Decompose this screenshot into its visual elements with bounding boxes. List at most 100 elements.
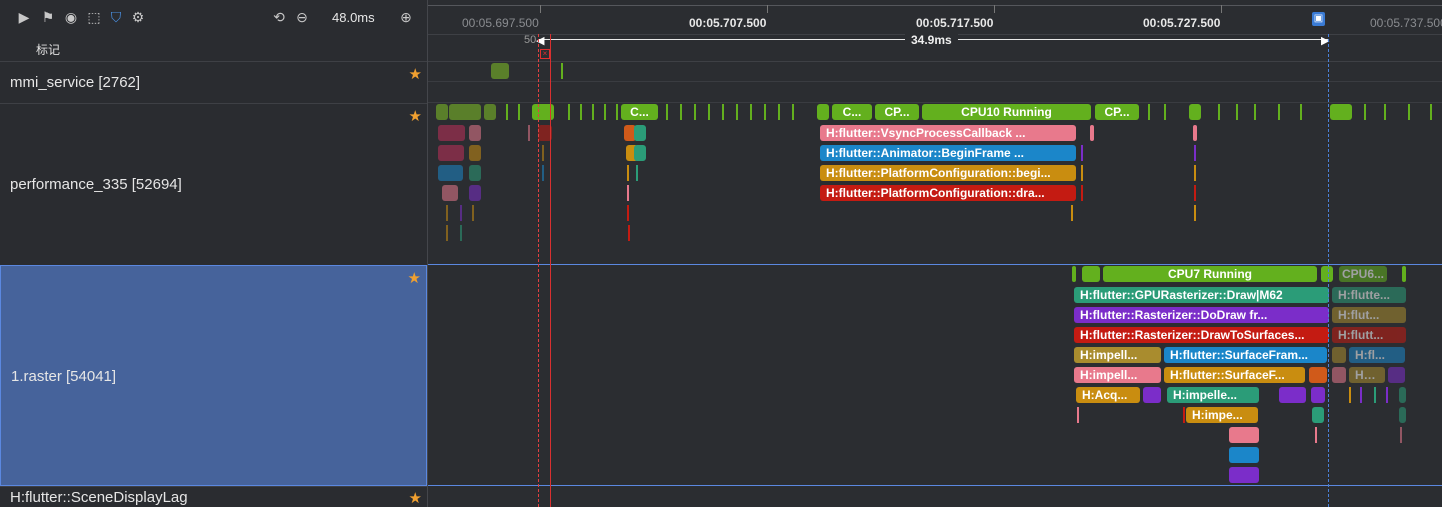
thread-state-slice[interactable]	[1321, 266, 1333, 282]
time-cursor-line[interactable]	[550, 34, 551, 507]
function-slice[interactable]: H:flutte...	[1332, 287, 1406, 303]
function-slice[interactable]: H:fl...	[1349, 367, 1385, 383]
track-name: H:flutter::SceneDisplayLag	[10, 489, 188, 506]
function-slice[interactable]	[469, 185, 481, 201]
function-slice[interactable]	[1332, 367, 1346, 383]
function-slice[interactable]	[1143, 387, 1161, 403]
zoom-in-icon[interactable]: ⊕	[398, 9, 414, 25]
thread-state-slice[interactable]	[449, 104, 481, 120]
function-slice[interactable]: H:impell...	[1074, 367, 1161, 383]
function-slice[interactable]	[1229, 427, 1259, 443]
thread-state-slice[interactable]	[436, 104, 448, 120]
range-duration: 34.9ms	[905, 33, 958, 47]
function-slice[interactable]: H:fl...	[1349, 347, 1405, 363]
flag-icon[interactable]: ⚑	[40, 9, 56, 25]
thread-state-slice[interactable]	[561, 63, 563, 79]
star-icon[interactable]: ★	[409, 107, 422, 125]
function-slice[interactable]: H:flutter::SurfaceF...	[1164, 367, 1305, 383]
tick-label: 00:05.707.500	[689, 16, 767, 30]
function-slice[interactable]: H:impell...	[1074, 347, 1161, 363]
function-slice[interactable]	[469, 165, 481, 181]
cpu-running-slice[interactable]: CPU7 Running	[1103, 266, 1317, 282]
track-name: performance_335 [52694]	[10, 176, 182, 193]
thread-state-slice[interactable]: C...	[621, 104, 658, 120]
cpu-running-slice[interactable]: CPU10 Running	[922, 104, 1091, 120]
range-start-marker[interactable]	[538, 34, 540, 507]
function-slice[interactable]	[634, 145, 646, 161]
thread-state-slice[interactable]: CP...	[1095, 104, 1139, 120]
tick-label: 00:05.727.500	[1143, 16, 1221, 30]
range-end-marker[interactable]	[1328, 34, 1330, 507]
function-slice[interactable]: H:flutter::VsyncProcessCallback ...	[820, 125, 1076, 141]
thread-state-slice[interactable]	[491, 63, 509, 79]
function-slice[interactable]: H:Acq...	[1076, 387, 1140, 403]
thread-state-slice[interactable]	[1072, 266, 1076, 282]
function-slice[interactable]: H:flutt...	[1332, 327, 1406, 343]
function-slice[interactable]	[469, 125, 481, 141]
zoom-out-icon[interactable]: ⊖	[294, 9, 310, 25]
function-slice[interactable]: H:flutter::Rasterizer::DrawToSurfaces...	[1074, 327, 1329, 343]
function-slice[interactable]	[1399, 407, 1406, 423]
tick-label: 00:05.717.500	[916, 16, 994, 30]
tick-label: 00:05.697.500	[462, 16, 539, 30]
function-slice[interactable]: H:flutter::PlatformConfiguration::dra...	[820, 185, 1076, 201]
function-slice[interactable]: H:flut...	[1332, 307, 1406, 323]
reset-zoom-icon[interactable]: ⟲	[271, 9, 287, 25]
thread-state-slice[interactable]	[1330, 104, 1352, 120]
function-slice[interactable]	[438, 125, 465, 141]
zoom-level: 48.0ms	[332, 10, 375, 25]
function-slice[interactable]	[1279, 387, 1306, 403]
range-start-label: 50	[524, 34, 537, 46]
function-slice[interactable]	[469, 145, 481, 161]
star-icon[interactable]: ★	[408, 269, 421, 287]
thread-state-slice[interactable]	[817, 104, 829, 120]
thread-state-slice[interactable]	[1082, 266, 1100, 282]
track-row-performance[interactable]: performance_335 [52694] ★	[0, 103, 427, 265]
function-slice[interactable]	[1193, 125, 1197, 141]
function-slice[interactable]	[1229, 447, 1259, 463]
thread-state-slice[interactable]: CP...	[875, 104, 919, 120]
function-slice[interactable]	[1229, 467, 1259, 483]
play-icon[interactable]: ▶	[16, 9, 32, 25]
function-slice[interactable]	[1312, 407, 1324, 423]
function-slice[interactable]	[1309, 367, 1327, 383]
bookmark-flag-icon[interactable]: ▣	[1312, 12, 1325, 26]
track-row-raster[interactable]: 1.raster [54041] ★	[0, 265, 427, 486]
range-bar[interactable]: 50 ◀ ▶ 34.9ms ×	[428, 33, 1442, 62]
function-slice[interactable]: H:flutter::Animator::BeginFrame ...	[820, 145, 1076, 161]
function-slice[interactable]: H:flutter::SurfaceFram...	[1164, 347, 1327, 363]
marks-label: 标记	[36, 43, 61, 57]
function-slice[interactable]	[634, 125, 646, 141]
function-slice[interactable]	[1311, 387, 1325, 403]
function-slice[interactable]	[1332, 347, 1346, 363]
function-slice[interactable]: H:flutter::PlatformConfiguration::begi..…	[820, 165, 1076, 181]
function-slice[interactable]	[442, 185, 458, 201]
function-slice[interactable]: H:impe...	[1186, 407, 1258, 423]
track-name: 1.raster [54041]	[11, 368, 117, 385]
track-row-scene-display-lag[interactable]: H:flutter::SceneDisplayLag ★	[0, 486, 427, 507]
thread-state-slice[interactable]	[1402, 266, 1406, 282]
thread-state-slice[interactable]: CPU6...	[1339, 266, 1387, 282]
target-icon[interactable]: ◉	[63, 9, 79, 25]
function-slice[interactable]	[438, 165, 463, 181]
function-slice[interactable]	[1090, 125, 1094, 141]
star-icon[interactable]: ★	[409, 489, 422, 507]
function-slice[interactable]: H:flutter::Rasterizer::DoDraw fr...	[1074, 307, 1329, 323]
selection-icon[interactable]: ⬚	[86, 9, 102, 25]
settings-icon[interactable]: ⚙	[130, 9, 146, 25]
filter-icon[interactable]: ⛉	[108, 9, 124, 25]
star-icon[interactable]: ★	[409, 65, 422, 83]
function-slice[interactable]	[438, 145, 464, 161]
marker-handle-icon[interactable]: ×	[540, 49, 550, 59]
function-slice[interactable]: H:impelle...	[1167, 387, 1259, 403]
function-slice[interactable]	[1388, 367, 1405, 383]
function-slice[interactable]: H:flutter::GPURasterizer::Draw|M62	[1074, 287, 1329, 303]
time-ruler[interactable]: 00:05.697.500 00:05.707.500 00:05.717.50…	[428, 0, 1442, 35]
track-row-mmi-service[interactable]: mmi_service [2762] ★	[0, 61, 427, 103]
thread-state-slice[interactable]	[1189, 104, 1201, 120]
function-slice[interactable]	[1399, 387, 1406, 403]
toolbar: ▶ ⚑ ◉ ⬚ ⛉ ⚙ ⟲ ⊖ 48.0ms ⊕	[0, 0, 427, 34]
thread-state-slice[interactable]	[484, 104, 496, 120]
timeline-panel[interactable]: 00:05.697.500 00:05.707.500 00:05.717.50…	[428, 0, 1442, 507]
thread-state-slice[interactable]: C...	[832, 104, 872, 120]
